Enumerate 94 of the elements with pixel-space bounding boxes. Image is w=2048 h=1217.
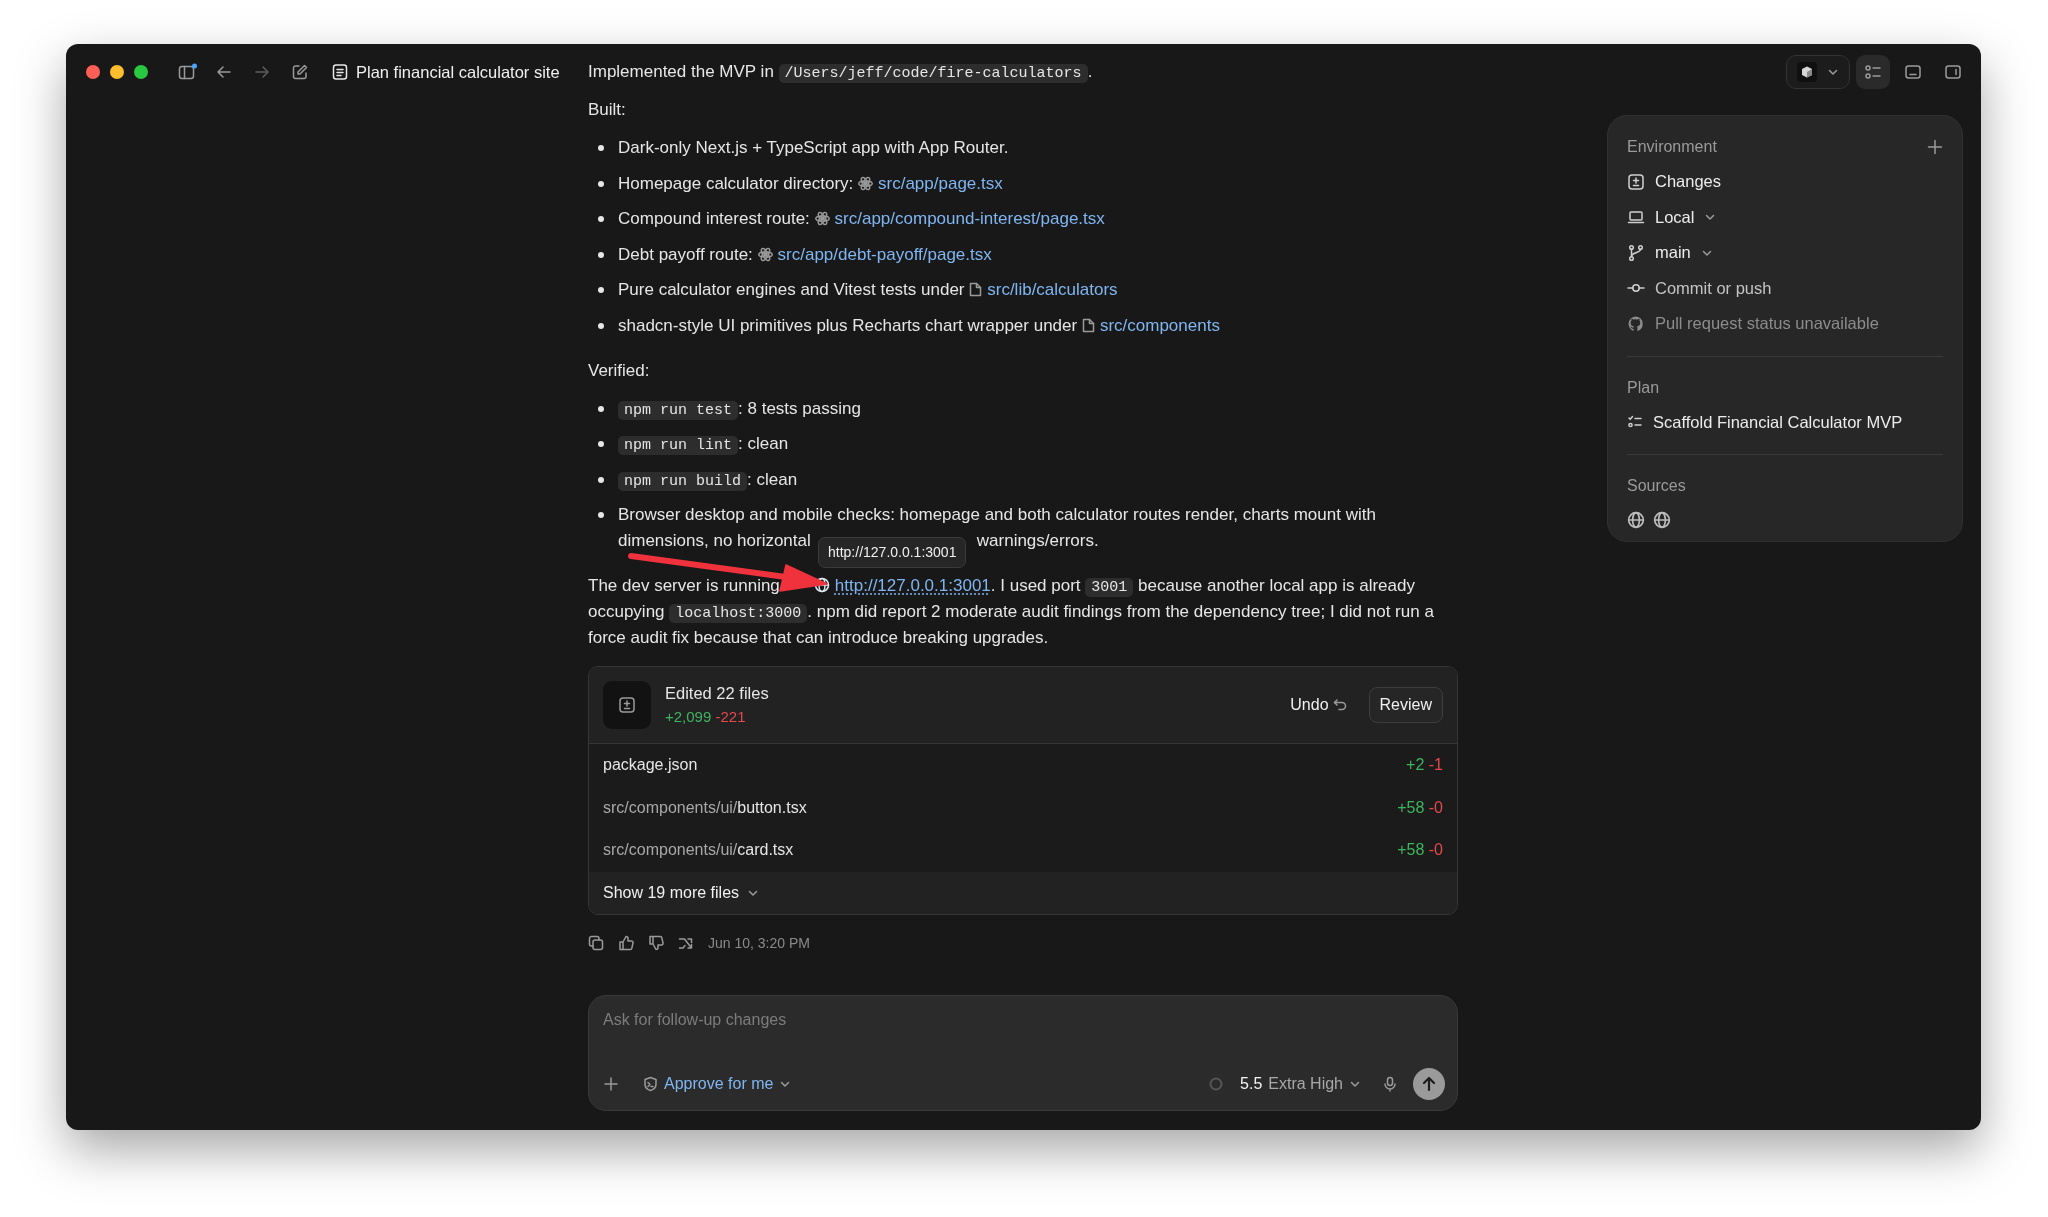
list-item-text: Browser desktop and mobile checks: homepage and both calculator routes render, charts mount with	[618, 505, 1376, 524]
minimize-button[interactable]	[110, 65, 124, 79]
approval-dropdown[interactable]: Approve for me	[643, 1072, 792, 1096]
microphone-icon[interactable]	[1383, 1076, 1397, 1092]
sidebar-item[interactable]: Local	[1627, 199, 1943, 235]
section-title: Sources	[1627, 476, 1686, 496]
window-title: Plan financial calculator site	[356, 61, 560, 83]
bullet	[598, 145, 604, 151]
added-count: +2,099	[665, 708, 712, 726]
sidebar-item[interactable]: Scaffold Financial Calculator MVP	[1627, 404, 1943, 440]
toolbar-button[interactable]	[1856, 55, 1890, 89]
removed-count: -221	[715, 708, 746, 726]
list-item-text: dimensions, no horizontal	[618, 531, 811, 550]
bullet	[598, 405, 604, 412]
zoom-button[interactable]	[134, 65, 148, 79]
plus-icon[interactable]	[603, 1076, 619, 1092]
bullet	[598, 512, 604, 518]
atom-icon	[757, 246, 773, 262]
file-icon	[969, 282, 983, 297]
context-ring-icon	[1208, 1076, 1225, 1092]
added-count: +58	[1397, 798, 1425, 816]
message-input[interactable]: Ask for follow-up changes	[603, 1008, 1445, 1032]
bullet	[598, 287, 604, 293]
sidebar-toggle-icon[interactable]	[178, 63, 198, 81]
list-item-text: warnings/errors.	[976, 531, 1099, 550]
paragraph-text: Implemented the MVP in /Users/jeff/code/fire-calculators .	[588, 61, 1094, 85]
list-item-text: Compound interest route: src/app/compound-interest/page.tsx	[618, 208, 1105, 230]
section-title: Environment	[1627, 137, 1717, 157]
document-icon	[332, 63, 348, 81]
environment-selector[interactable]	[1786, 55, 1850, 89]
list-item-text: Debt payoff route: src/app/debt-payoff/page.tsx	[618, 243, 992, 266]
undo-icon	[1332, 698, 1347, 712]
atom-icon	[858, 175, 873, 191]
added-count: +58	[1397, 841, 1425, 859]
list-item-text: shadcn-style UI primitives plus Recharts chart wrapper under src/components	[618, 314, 1220, 337]
changes-title: Edited 22 files	[665, 683, 770, 705]
bullet	[598, 476, 604, 483]
file-path: src/components/ui/button.tsx	[603, 797, 807, 818]
sidebar-item[interactable]: Changes	[1627, 164, 1943, 200]
globe-icon	[1653, 511, 1671, 529]
bottom-panel-icon	[1904, 63, 1922, 81]
model-dropdown[interactable]: 5.5 Extra High	[1240, 1072, 1361, 1096]
send-button[interactable]	[1413, 1068, 1445, 1100]
arrow-up-icon	[1421, 1076, 1437, 1092]
list-item-text: Homepage calculator directory: src/app/page.tsx	[618, 172, 1003, 195]
github-icon	[1627, 314, 1645, 333]
cube-icon	[1797, 62, 1817, 82]
file-link[interactable]: src/app/compound-interest/page.tsx	[814, 209, 1105, 228]
back-arrow-icon[interactable]	[215, 63, 233, 81]
sidebar-item[interactable]: Commit or push	[1627, 270, 1943, 306]
branch-icon	[1627, 243, 1645, 262]
removed-count: -0	[1428, 841, 1443, 859]
file-link[interactable]: src/app/page.tsx	[858, 173, 1003, 193]
tooltip: http://127.0.0.1:3001	[818, 537, 967, 568]
bullet	[598, 322, 604, 329]
sidebar-right-icon	[1944, 63, 1962, 81]
compose-icon[interactable]	[291, 63, 309, 81]
diff-icon	[1627, 172, 1645, 191]
outline-icon	[1864, 63, 1882, 81]
list-item-text: Dark-only Next.js + TypeScript app with App Router.	[618, 137, 1009, 159]
paragraph-text: Built:	[588, 99, 627, 121]
list-item-text: npm run test : 8 tests passing	[618, 395, 861, 422]
bullet	[598, 180, 604, 187]
close-button[interactable]	[86, 65, 100, 79]
bullet	[598, 216, 604, 222]
list-item-text: Pure calculator engines and Vitest tests under src/lib/calculators	[618, 279, 1118, 301]
file-link[interactable]: src/app/debt-payoff/page.tsx	[757, 244, 992, 264]
undo-button[interactable]: Undo	[1282, 689, 1355, 721]
plus-icon[interactable]	[1927, 139, 1943, 155]
thumbs-down-icon[interactable]	[648, 935, 664, 951]
fork-arrow-icon[interactable]	[678, 935, 694, 951]
removed-count: -1	[1428, 756, 1443, 774]
section-title: Plan	[1627, 377, 1660, 398]
file-link[interactable]: src/lib/calculators	[969, 280, 1118, 299]
bullet	[598, 441, 604, 447]
forward-arrow-icon[interactable]	[253, 63, 271, 81]
file-link[interactable]: src/components	[1081, 315, 1220, 335]
shield-icon	[643, 1076, 658, 1092]
added-count: +2	[1406, 756, 1425, 774]
bullet	[598, 251, 604, 258]
file-path: package.json	[603, 755, 698, 776]
sidebar-item[interactable]: main	[1627, 235, 1943, 271]
thumbs-up-icon[interactable]	[618, 935, 634, 951]
paragraph-text: Verified:	[588, 359, 651, 382]
globe-icon	[1627, 511, 1645, 529]
diff-icon	[618, 696, 636, 714]
timestamp: Jun 10, 3:20 PM	[708, 933, 810, 953]
review-button[interactable]: Review	[1368, 687, 1443, 723]
show-more-button[interactable]: Show 19 more files	[589, 871, 1457, 914]
file-path: src/components/ui/card.tsx	[603, 840, 794, 861]
file-icon	[1081, 317, 1095, 333]
removed-count: -0	[1428, 798, 1443, 816]
atom-icon	[814, 211, 830, 226]
copy-icon[interactable]	[588, 935, 604, 951]
